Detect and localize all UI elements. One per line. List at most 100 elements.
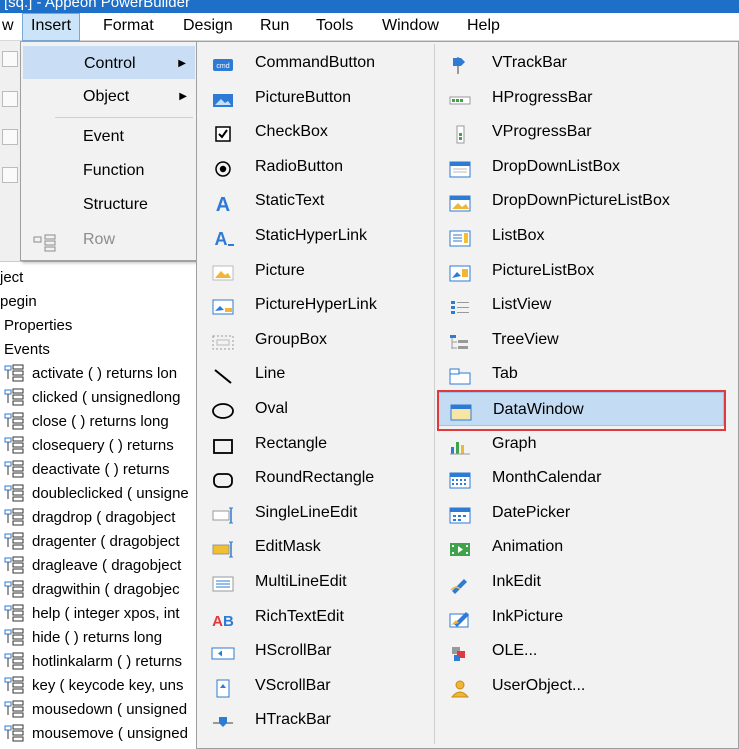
control-item-animation[interactable]: Animation (438, 530, 724, 564)
menu-tools[interactable]: Tools (308, 13, 361, 41)
menu-help[interactable]: Help (459, 13, 508, 41)
insert-control-label: Control (84, 55, 136, 72)
tree-row[interactable]: deactivate ( ) returns (4, 458, 170, 482)
tree-row[interactable]: dragwithin ( dragobjec (4, 578, 180, 602)
tree-row[interactable]: mousedown ( unsigned (4, 698, 187, 722)
menu-format[interactable]: Format (95, 13, 162, 41)
control-item-picture[interactable]: Picture (201, 254, 429, 288)
tree-row-label: activate ( ) returns lon (32, 365, 178, 382)
tree-row-label: dragleave ( dragobject (32, 557, 182, 574)
control-item-graph[interactable]: Graph (438, 427, 724, 461)
tree-row[interactable]: Properties (4, 314, 72, 338)
tree-row[interactable]: dragenter ( dragobject (4, 530, 180, 554)
menu-bar: w Insert Format Design Run Tools Window … (0, 13, 739, 41)
event-icon (4, 508, 26, 528)
control-item-commandbutton[interactable]: cmd CommandButton (201, 46, 429, 80)
row-icon (33, 231, 57, 264)
event-icon (4, 532, 26, 552)
toolbar-button[interactable] (2, 51, 18, 67)
control-item-richtextedit[interactable]: AB RichTextEdit (201, 600, 429, 634)
control-item-label: StaticText (255, 192, 325, 210)
control-item-inkpicture[interactable]: InkPicture (438, 600, 724, 634)
control-item-datepicker[interactable]: DatePicker (438, 496, 724, 530)
control-item-tab[interactable]: Tab (438, 357, 724, 391)
tree-row[interactable]: closequery ( ) returns (4, 434, 174, 458)
tree-row[interactable]: activate ( ) returns lon (4, 362, 177, 386)
control-item-label: PictureHyperLink (255, 296, 377, 314)
treeview-icon (448, 331, 472, 349)
insert-structure-item[interactable]: Structure (23, 188, 195, 221)
control-item-userobject[interactable]: UserObject... (438, 669, 724, 703)
rich-text-edit-icon: AB (211, 608, 235, 630)
control-item-listview[interactable]: ListView (438, 288, 724, 322)
menu-design[interactable]: Design (175, 13, 241, 41)
static-hyperlink-icon: A (211, 227, 235, 249)
control-item-statictext[interactable]: A StaticText (201, 184, 429, 218)
control-item-statichyperlink[interactable]: A StaticHyperLink (201, 219, 429, 253)
toolbar-button[interactable] (2, 167, 18, 183)
tree-row[interactable]: help ( integer xpos, int (4, 602, 180, 626)
control-item-groupbox[interactable]: GroupBox (201, 323, 429, 357)
control-item-dropdownpicturelistbox[interactable]: DropDownPictureListBox (438, 184, 724, 218)
tree-row-label: clicked ( unsignedlong (32, 389, 181, 406)
event-icon (4, 412, 26, 432)
tree-row[interactable]: clicked ( unsignedlong (4, 386, 180, 410)
tree-row[interactable]: key ( keycode key, uns (4, 674, 183, 698)
menu-view[interactable]: w (0, 13, 22, 41)
menu-insert[interactable]: Insert (22, 13, 81, 41)
edit-mask-icon (211, 538, 235, 558)
tree-row[interactable]: close ( ) returns long (4, 410, 169, 434)
control-item-label: PictureButton (255, 88, 352, 106)
control-item-vtrackbar[interactable]: VTrackBar (438, 46, 724, 80)
menu-run[interactable]: Run (252, 13, 297, 41)
control-item-roundrectangle[interactable]: RoundRectangle (201, 461, 429, 495)
control-item-picturelistbox[interactable]: PictureListBox (438, 254, 724, 288)
control-item-dropdownlistbox[interactable]: DropDownListBox (438, 150, 724, 184)
control-item-treeview[interactable]: TreeView (438, 323, 724, 357)
control-item-label: Graph (492, 434, 537, 452)
tree-row-label: dragwithin ( dragobjec (32, 581, 180, 598)
tree-row[interactable]: ject (0, 266, 23, 290)
tree-row[interactable]: Events (4, 338, 50, 362)
control-item-label: CheckBox (255, 123, 328, 141)
control-item-picturebutton[interactable]: PictureButton (201, 81, 429, 115)
picture-icon (211, 262, 235, 281)
insert-function-item[interactable]: Function (23, 154, 195, 187)
tree-row[interactable]: hide ( ) returns long (4, 626, 162, 650)
control-item-picturehyperlink[interactable]: PictureHyperLink (201, 288, 429, 322)
tree-row[interactable]: hotlinkalarm ( ) returns (4, 650, 182, 674)
control-item-ole[interactable]: OLE... (438, 634, 724, 668)
control-item-label: InkEdit (492, 573, 541, 590)
control-item-hscrollbar[interactable]: HScrollBar (201, 634, 429, 668)
event-icon (4, 484, 26, 504)
menu-window[interactable]: Window (374, 13, 447, 41)
tree-row[interactable]: dragdrop ( dragobject (4, 506, 175, 530)
control-item-listbox[interactable]: ListBox (438, 219, 724, 253)
control-item-checkbox[interactable]: CheckBox (201, 115, 429, 149)
picture-hyperlink-icon (211, 296, 235, 315)
control-item-vprogressbar[interactable]: VProgressBar (438, 115, 724, 149)
tree-row[interactable]: pegin (0, 290, 37, 314)
datepicker-icon (448, 504, 472, 524)
control-item-htrackbar[interactable]: HTrackBar (201, 703, 429, 737)
control-item-radiobutton[interactable]: RadioButton (201, 150, 429, 184)
insert-object-item[interactable]: Object ▶ (23, 80, 195, 113)
control-item-vscrollbar[interactable]: VScrollBar (201, 669, 429, 703)
control-item-singlelineedit[interactable]: SingleLineEdit (201, 496, 429, 530)
control-item-inkedit[interactable]: InkEdit (438, 565, 724, 599)
tree-row[interactable]: doubleclicked ( unsigne (4, 482, 189, 506)
tree-row[interactable]: mousemove ( unsigned (4, 722, 188, 746)
control-item-line[interactable]: Line (201, 357, 429, 391)
control-item-monthcalendar[interactable]: MonthCalendar (438, 461, 724, 495)
insert-event-item[interactable]: Event (23, 120, 195, 153)
round-rectangle-icon (211, 469, 235, 489)
toolbar-button[interactable] (2, 129, 18, 145)
control-item-hprogressbar[interactable]: HProgressBar (438, 81, 724, 115)
control-item-multilineedit[interactable]: MultiLineEdit (201, 565, 429, 599)
toolbar-button[interactable] (2, 91, 18, 107)
control-item-oval[interactable]: Oval (201, 392, 429, 426)
insert-control-item[interactable]: Control ▶ (23, 46, 195, 79)
tree-row[interactable]: dragleave ( dragobject (4, 554, 181, 578)
control-item-rectangle[interactable]: Rectangle (201, 427, 429, 461)
control-item-editmask[interactable]: EditMask (201, 530, 429, 564)
